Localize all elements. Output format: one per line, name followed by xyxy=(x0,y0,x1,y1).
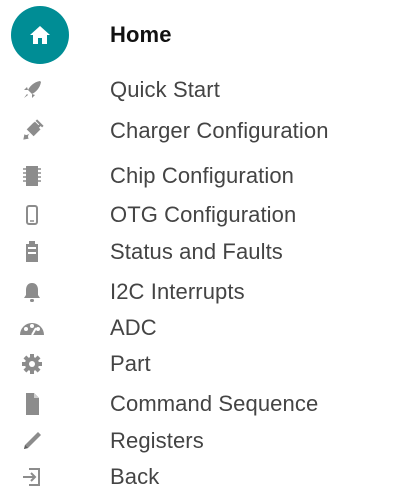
nav-item-label: ADC xyxy=(110,315,157,340)
nav-item-label: Home xyxy=(110,22,172,47)
nav-item-adc[interactable]: ADC xyxy=(0,311,394,345)
nav-item-chip-configuration[interactable]: Chip Configuration xyxy=(0,159,394,193)
nav-item-status-and-faults[interactable]: Status and Faults xyxy=(0,235,394,269)
nav-item-otg-configuration[interactable]: OTG Configuration xyxy=(0,198,394,232)
nav-item-label: Back xyxy=(110,464,160,489)
nav-item-back[interactable]: Back xyxy=(0,460,394,494)
nav-item-label: Quick Start xyxy=(110,77,220,102)
nav-item-label: I2C Interrupts xyxy=(110,279,245,304)
nav-item-i2c-interrupts[interactable]: I2C Interrupts xyxy=(0,275,394,309)
nav-item-charger-configuration[interactable]: Charger Configuration xyxy=(0,114,394,148)
nav-item-label: Registers xyxy=(110,428,204,453)
nav-item-label: OTG Configuration xyxy=(110,202,297,227)
file-icon xyxy=(14,387,50,421)
nav-item-label: Chip Configuration xyxy=(110,163,295,188)
battery-icon xyxy=(14,235,50,269)
nav-item-home[interactable]: Home xyxy=(0,6,394,64)
pencil-icon xyxy=(14,424,50,458)
nav-item-label: Command Sequence xyxy=(110,391,319,416)
sidebar-nav: Home Quick Start Charger Configuration C… xyxy=(0,0,394,493)
exit-icon xyxy=(14,460,50,494)
chip-icon xyxy=(14,159,50,193)
plug-icon xyxy=(14,114,50,148)
rocket-icon xyxy=(14,73,50,107)
nav-item-quick-start[interactable]: Quick Start xyxy=(0,73,394,107)
nav-item-label: Part xyxy=(110,351,151,376)
nav-item-part[interactable]: Part xyxy=(0,347,394,381)
nav-item-label: Status and Faults xyxy=(110,239,283,264)
nav-item-registers[interactable]: Registers xyxy=(0,424,394,458)
nav-item-label: Charger Configuration xyxy=(110,118,329,143)
nav-item-command-sequence[interactable]: Command Sequence xyxy=(0,387,394,421)
gauge-icon xyxy=(14,311,50,345)
phone-icon xyxy=(14,198,50,232)
home-icon xyxy=(10,6,69,64)
gear-icon xyxy=(14,347,50,381)
bell-icon xyxy=(14,275,50,309)
